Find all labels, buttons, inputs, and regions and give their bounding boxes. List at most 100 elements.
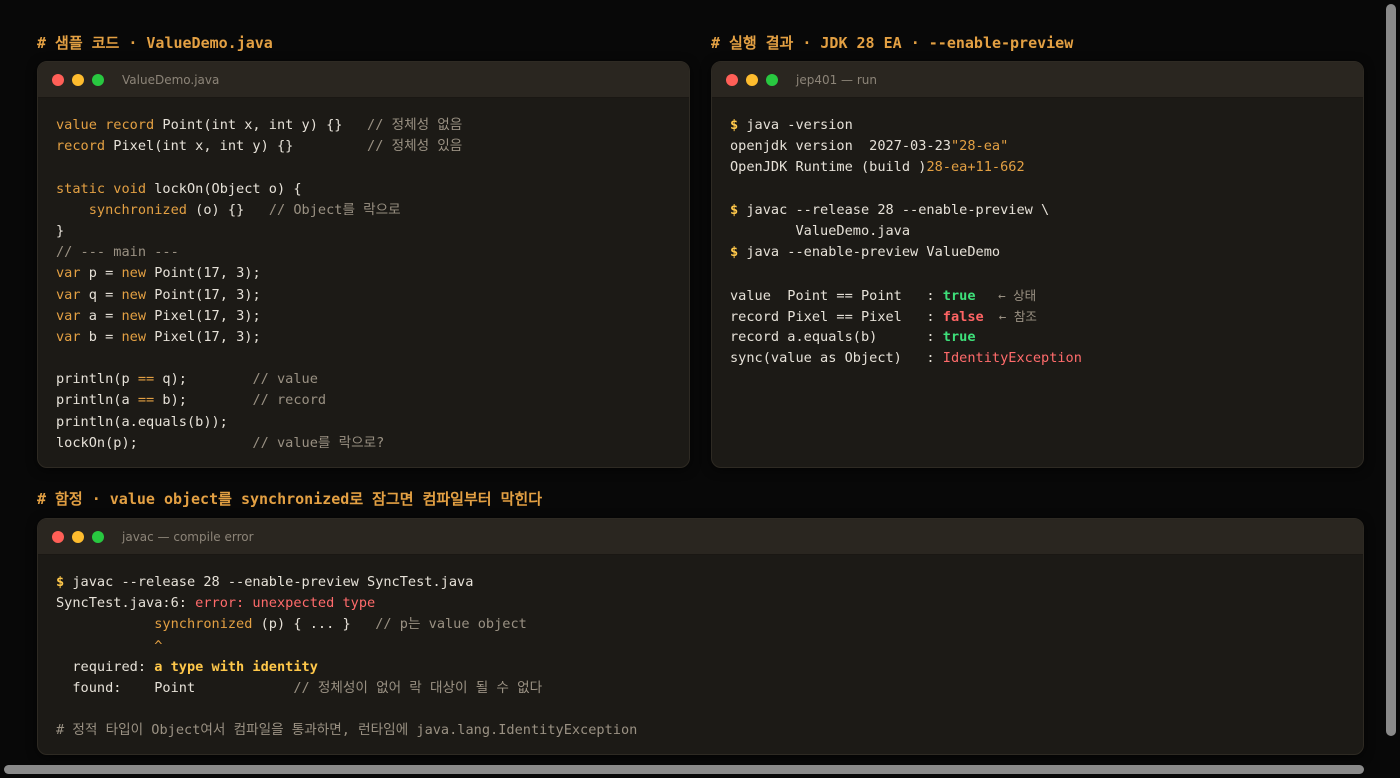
- code-token: true: [942, 287, 976, 304]
- code-token: ValueDemo.java: [730, 222, 911, 239]
- code-token: a type with identity: [154, 658, 318, 675]
- code-token: ^: [154, 637, 163, 654]
- code-token: value Point == Point :: [730, 287, 943, 304]
- terminal-output[interactable]: $ javac --release 28 --enable-preview Sy…: [38, 555, 1363, 742]
- code-token: Point(17, 3);: [146, 265, 261, 282]
- code-token: ==: [137, 371, 155, 388]
- code-token: record a.equals(b) :: [730, 328, 943, 345]
- code-token: var: [56, 328, 81, 345]
- code-token: // 정체성 없음: [367, 117, 463, 133]
- minimize-button[interactable]: [72, 73, 84, 86]
- code-token: openjdk version: [730, 138, 861, 155]
- code-token: required:: [56, 658, 155, 675]
- code-token: static void: [56, 180, 147, 197]
- minimize-button[interactable]: [746, 73, 758, 86]
- maximize-button[interactable]: [766, 73, 778, 86]
- code-token: (p) { ... }: [252, 616, 376, 633]
- code-token: // record: [252, 392, 327, 409]
- code-token: var: [56, 265, 81, 282]
- code-token: ← 상태: [975, 287, 1037, 303]
- run-window: jep401 — run $ java -version openjdk vers…: [711, 61, 1364, 468]
- code-token: var: [56, 307, 81, 324]
- code-line: var b = new Pixel(17, 3);: [56, 327, 671, 348]
- code-token: javac --release 28 --enable-preview \: [746, 201, 1050, 218]
- code-token: new: [121, 328, 147, 345]
- code-token: // p는 value object: [375, 616, 527, 633]
- minimize-button[interactable]: [72, 530, 84, 543]
- code-token: sync(value as Object) :: [730, 350, 943, 367]
- code-token: record: [56, 138, 106, 155]
- code-line: synchronized (o) {} // Object를 락으로: [56, 200, 671, 221]
- close-button[interactable]: [726, 73, 738, 86]
- code-line: var q = new Point(17, 3);: [56, 285, 671, 306]
- code-line: }: [56, 221, 671, 242]
- code-token: // --- main ---: [56, 244, 179, 261]
- code-line: OpenJDK Runtime (build )28-ea+11-662: [730, 157, 1345, 178]
- code-token: Pixel(17, 3);: [146, 307, 261, 324]
- code-token: // 정체성이 없어 락 대상이 될 수 없다: [293, 679, 543, 696]
- code-line: found: Point // 정체성이 없어 락 대상이 될 수 없다: [56, 678, 1345, 699]
- close-button[interactable]: [52, 530, 64, 543]
- code-token: java --enable-preview ValueDemo: [746, 244, 1001, 261]
- code-token: false: [942, 308, 984, 325]
- code-line: var p = new Point(17, 3);: [56, 263, 671, 284]
- code-token: // Object를 락으로: [268, 201, 401, 218]
- window-title: ValueDemo.java: [122, 72, 220, 87]
- code-token: value record: [56, 117, 155, 133]
- maximize-button[interactable]: [92, 73, 104, 86]
- code-token: $: [730, 201, 747, 218]
- code-token: b);: [154, 392, 253, 409]
- code-window: ValueDemo.java value record Point(int x,…: [37, 61, 690, 468]
- code-token: Point(int x, int y) {}: [154, 117, 368, 133]
- code-token: // value를 락으로?: [252, 434, 385, 451]
- code-token: lockOn(p);: [56, 434, 253, 451]
- code-token: p =: [80, 265, 122, 282]
- code-token: $: [730, 244, 747, 261]
- terminal-output[interactable]: $ java -version openjdk version 2027-03-2…: [712, 98, 1363, 369]
- close-button[interactable]: [52, 73, 64, 86]
- result-section-title: # 실행 결과 · JDK 28 EA · --enable-preview: [711, 34, 1074, 52]
- code-line: # 정적 타입이 Object여서 컴파일을 통과하면, 런타임에 java.l…: [56, 720, 1345, 741]
- code-line: static void lockOn(Object o) {: [56, 179, 671, 200]
- code-token: $: [56, 574, 73, 590]
- code-line: value record Point(int x, int y) {} // 정…: [56, 115, 671, 136]
- code-token: record Pixel == Pixel :: [730, 308, 943, 325]
- code-line: sync(value as Object) : IdentityExceptio…: [730, 348, 1345, 369]
- window-title: javac — compile error: [122, 529, 254, 544]
- code-token: Point(17, 3);: [146, 286, 261, 303]
- code-token: println(a: [56, 392, 138, 409]
- vertical-scrollbar[interactable]: [1386, 4, 1396, 736]
- code-token: // 정체성 있음: [367, 138, 463, 155]
- code-token: new: [121, 265, 147, 282]
- code-line: println(p == q); // value: [56, 369, 671, 390]
- code-token: println(p: [56, 371, 138, 388]
- code-token: }: [56, 222, 65, 239]
- horizontal-scrollbar[interactable]: [4, 765, 1364, 774]
- code-token: # 정적 타입이 Object여서 컴파일을 통과하면, 런타임에 java.l…: [56, 722, 638, 739]
- code-line: println(a.equals(b));: [56, 412, 671, 433]
- code-token: synchronized: [88, 201, 187, 218]
- code-token: synchronized: [154, 616, 253, 633]
- code-window-titlebar[interactable]: ValueDemo.java: [38, 62, 689, 98]
- code-token: IdentityException: [942, 350, 1082, 367]
- code-token: javac --release 28 --enable-preview Sync…: [72, 574, 474, 590]
- maximize-button[interactable]: [92, 530, 104, 543]
- code-token: b =: [80, 328, 122, 345]
- code-token: error: unexpected type: [195, 595, 376, 612]
- run-window-titlebar[interactable]: jep401 — run: [712, 62, 1363, 98]
- code-line: required: a type with identity: [56, 657, 1345, 678]
- code-line: openjdk version 2027-03-23"28-ea": [730, 136, 1345, 157]
- code-line: synchronized (p) { ... } // p는 value obj…: [56, 614, 1345, 635]
- code-token: java -version: [746, 117, 853, 133]
- code-editor[interactable]: value record Point(int x, int y) {} // 정…: [38, 98, 689, 454]
- code-token: Pixel(int x, int y) {}: [105, 138, 368, 155]
- compile-window-titlebar[interactable]: javac — compile error: [38, 519, 1363, 555]
- code-line: var a = new Pixel(17, 3);: [56, 306, 671, 327]
